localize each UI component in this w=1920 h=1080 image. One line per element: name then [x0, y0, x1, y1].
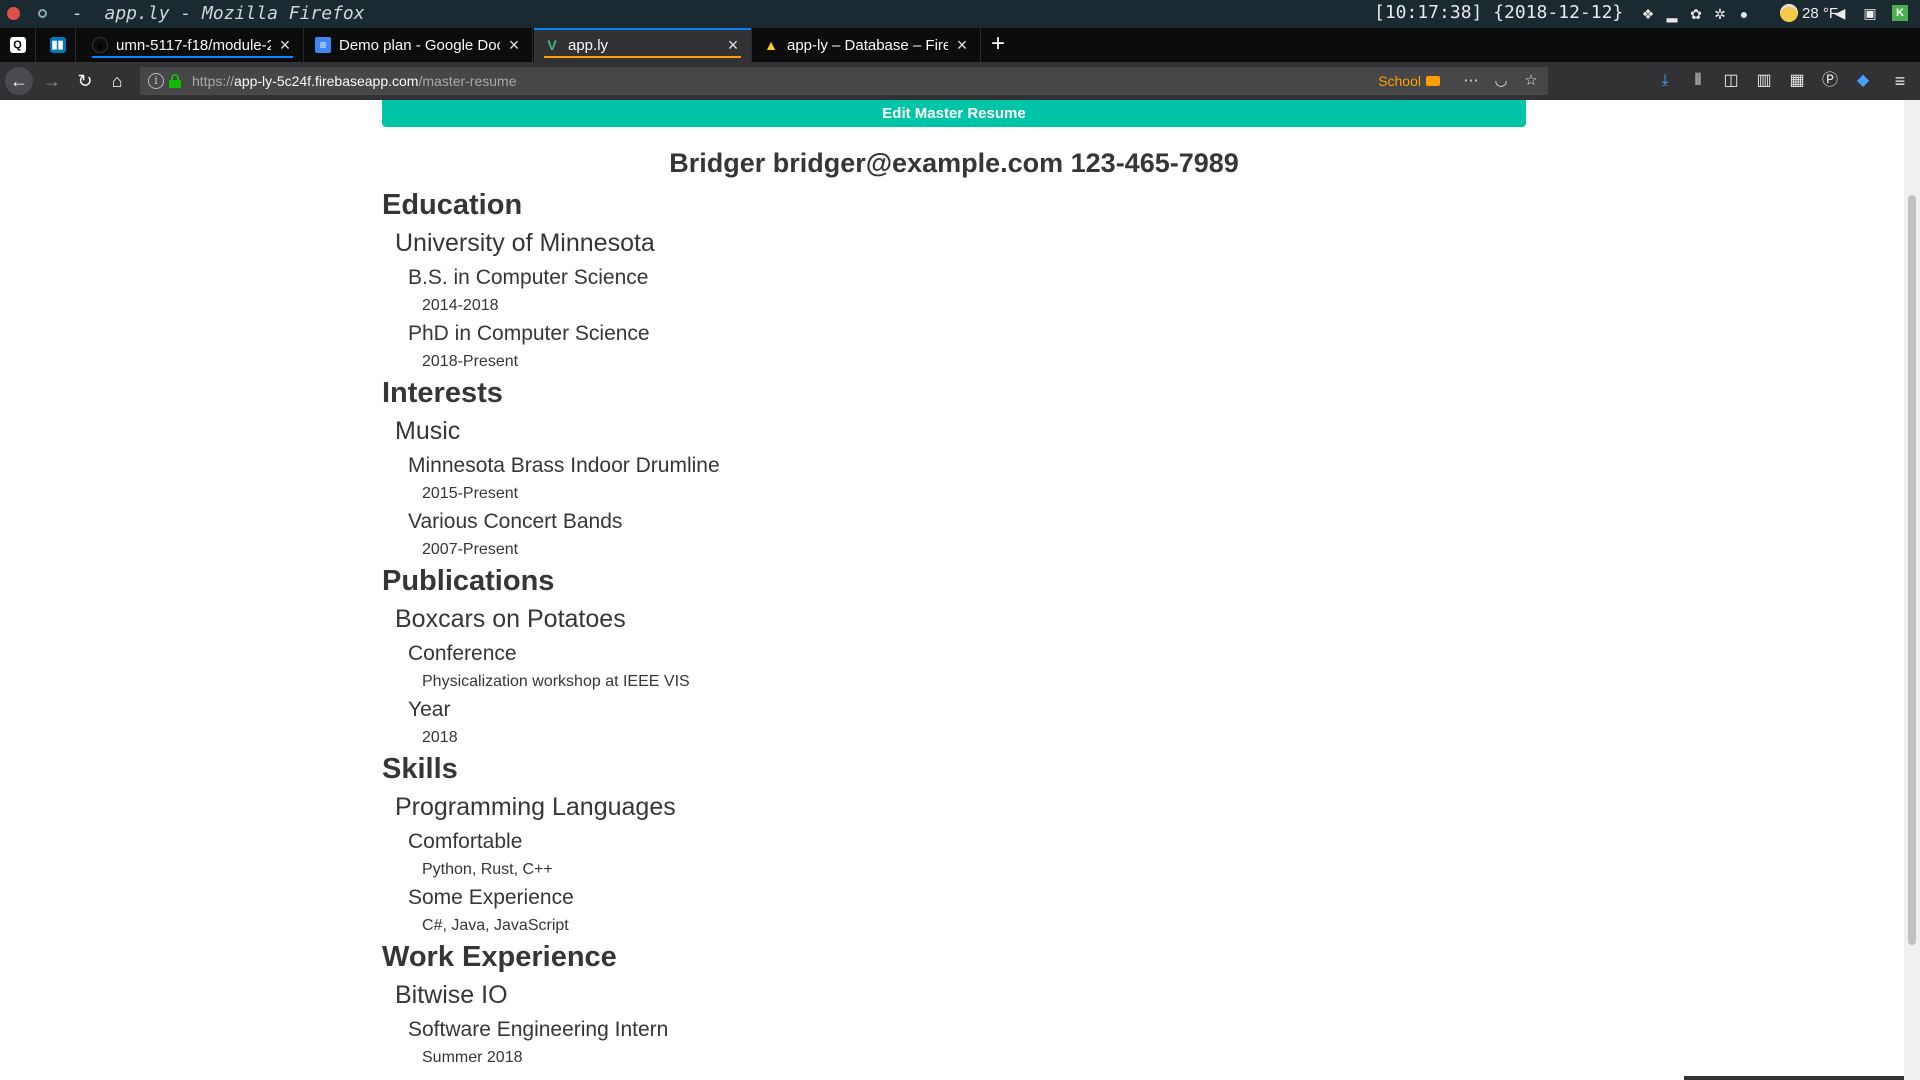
firebase-icon: ▲: [764, 37, 778, 53]
privacy-shield-icon[interactable]: ◆: [1853, 71, 1873, 91]
new-tab-button[interactable]: +: [981, 28, 1015, 62]
entry-title: Music: [395, 417, 461, 445]
weather-sun-icon: [1780, 4, 1798, 22]
forward-button[interactable]: →: [38, 67, 66, 95]
secure-lock-icon[interactable]: [169, 74, 181, 88]
tab-close-icon[interactable]: ×: [954, 35, 970, 56]
resume-header: Bridger bridger@example.com 123-465-7989: [669, 148, 1239, 178]
scrollbar-thumb[interactable]: [1908, 195, 1916, 945]
tab-close-icon[interactable]: ×: [506, 35, 522, 56]
volume-icon[interactable]: ◀: [1832, 5, 1848, 21]
system-top-bar: - app.ly - Mozilla Firefox [10:17:38] {2…: [0, 0, 1920, 28]
tab-label: app.ly: [568, 36, 609, 54]
toolbar-icons: ⤓ ⫴ ◫ ▥ ▦ Ⓟ ◆: [1655, 71, 1873, 91]
container-label[interactable]: School: [1378, 73, 1440, 89]
item-title: Year: [408, 698, 451, 721]
entry-title: Programming Languages: [395, 793, 676, 821]
section-title-publications: Publications: [382, 565, 555, 597]
vertical-scrollbar[interactable]: [1904, 100, 1920, 1080]
item-title: Comfortable: [408, 830, 523, 853]
navigation-toolbar: ← → ↻ ⌂ i https://app-ly-5c24f.firebasea…: [0, 62, 1920, 100]
item-detail: C#, Java, JavaScript: [422, 917, 569, 934]
item-title: Software Engineering Intern: [408, 1018, 669, 1041]
item-detail: 2018: [422, 729, 458, 746]
url-text[interactable]: https://app-ly-5c24f.firebaseapp.com/mas…: [192, 73, 517, 89]
item-title: Minnesota Brass Indoor Drumline: [408, 454, 720, 477]
extensions-grid-icon[interactable]: ▦: [1787, 71, 1807, 91]
trello-icon: ▮▮: [49, 37, 66, 53]
tab-google-docs[interactable]: ≡ Demo plan - Google Docs ×: [305, 28, 533, 62]
palette-icon[interactable]: ✿: [1688, 6, 1704, 22]
tab-apply[interactable]: V app.ly ×: [534, 28, 752, 62]
entry-title: University of Minnesota: [395, 229, 655, 257]
item-detail: Python, Rust, C++: [422, 861, 553, 878]
item-detail: 2015-Present: [422, 485, 519, 502]
item-title: Some Experience: [408, 886, 574, 909]
reload-button[interactable]: ↻: [71, 67, 99, 95]
app-launcher-icon[interactable]: K: [1892, 5, 1908, 21]
item-title: Various Concert Bands: [408, 510, 623, 533]
settings-gear-icon[interactable]: ✲: [1712, 6, 1728, 22]
section-title-work-experience: Work Experience: [382, 941, 617, 973]
browser-tab-strip: Q ▮▮ ● umn-5117-f18/module-2-c × ≡ Demo …: [0, 28, 1920, 62]
bookmark-star-icon[interactable]: ☆: [1522, 71, 1540, 91]
hamburger-menu-icon[interactable]: ≡: [1890, 71, 1910, 91]
page-actions-icon[interactable]: ⋯: [1462, 71, 1480, 91]
google-docs-icon: ≡: [315, 37, 331, 53]
tab-label: app-ly – Database – Fireb: [787, 36, 948, 54]
pinned-tab-trello[interactable]: ▮▮: [40, 28, 76, 62]
tab-close-icon[interactable]: ×: [277, 35, 293, 56]
url-actions: ⋯ ◡ ☆: [1462, 71, 1540, 91]
network-signal-icon[interactable]: ▂: [1664, 6, 1680, 22]
tab-firebase[interactable]: ▲ app-ly – Database – Fireb ×: [753, 28, 981, 62]
edit-master-resume-button[interactable]: Edit Master Resume: [382, 100, 1526, 127]
briefcase-icon: [1426, 76, 1440, 86]
pocket-icon[interactable]: ◡: [1492, 71, 1510, 91]
system-tray-right: ◀ ▣ K: [1832, 5, 1908, 21]
entry-title: Bitwise IO: [395, 981, 508, 1009]
section-title-skills: Skills: [382, 753, 458, 785]
item-detail: 2007-Present: [422, 541, 519, 558]
library-icon[interactable]: ⫴: [1688, 71, 1708, 91]
page-content: Edit Master Resume Bridger bridger@examp…: [0, 100, 1920, 1080]
section-title-education: Education: [382, 189, 523, 221]
item-detail: Summer 2018: [422, 1049, 523, 1066]
window-minimize-icon[interactable]: [38, 9, 47, 18]
horizontal-scroll-indicator: [1684, 1076, 1904, 1080]
item-detail: 2018-Present: [422, 353, 519, 370]
tab-label: umn-5117-f18/module-2-c: [116, 36, 271, 54]
sidebar-icon[interactable]: ◫: [1721, 71, 1741, 91]
url-bar[interactable]: i https://app-ly-5c24f.firebaseapp.com/m…: [140, 67, 1548, 95]
section-title-interests: Interests: [382, 377, 503, 409]
item-title: Conference: [408, 642, 517, 665]
entry-title: Boxcars on Potatoes: [395, 605, 626, 633]
reader-icon[interactable]: ▥: [1754, 71, 1774, 91]
clipboard-icon[interactable]: ▣: [1862, 5, 1878, 21]
vue-icon: V: [547, 37, 557, 53]
item-title: B.S. in Computer Science: [408, 266, 649, 289]
tab-close-icon[interactable]: ×: [725, 35, 741, 56]
dropbox-icon[interactable]: ❖: [1640, 6, 1656, 22]
tab-label: Demo plan - Google Docs: [339, 36, 500, 54]
item-title: PhD in Computer Science: [408, 322, 650, 345]
window-title: - app.ly - Mozilla Firefox: [72, 3, 365, 24]
downloads-icon[interactable]: ⤓: [1655, 71, 1675, 91]
pocket-p-icon[interactable]: Ⓟ: [1820, 71, 1840, 91]
tab-container-indicator: [92, 56, 293, 58]
item-detail: 2014-2018: [422, 297, 499, 314]
item-detail: Physicalization workshop at IEEE VIS: [422, 673, 690, 690]
pinned-tab-quora[interactable]: Q: [0, 28, 36, 62]
quora-icon: Q: [9, 37, 26, 53]
home-button[interactable]: ⌂: [103, 67, 131, 95]
tab-container-indicator: [544, 56, 741, 58]
update-icon[interactable]: ●: [1736, 6, 1752, 22]
back-button[interactable]: ←: [5, 67, 33, 95]
weather-widget[interactable]: 28 °F: [1780, 4, 1838, 22]
site-info-icon[interactable]: i: [148, 73, 164, 89]
window-close-icon[interactable]: [7, 7, 20, 20]
system-tray: ❖ ▂ ✿ ✲ ●: [1640, 4, 1752, 24]
github-icon: ●: [92, 37, 108, 53]
tab-github[interactable]: ● umn-5117-f18/module-2-c ×: [82, 28, 304, 62]
system-clock: [10:17:38] {2018-12-12}: [1374, 2, 1624, 23]
